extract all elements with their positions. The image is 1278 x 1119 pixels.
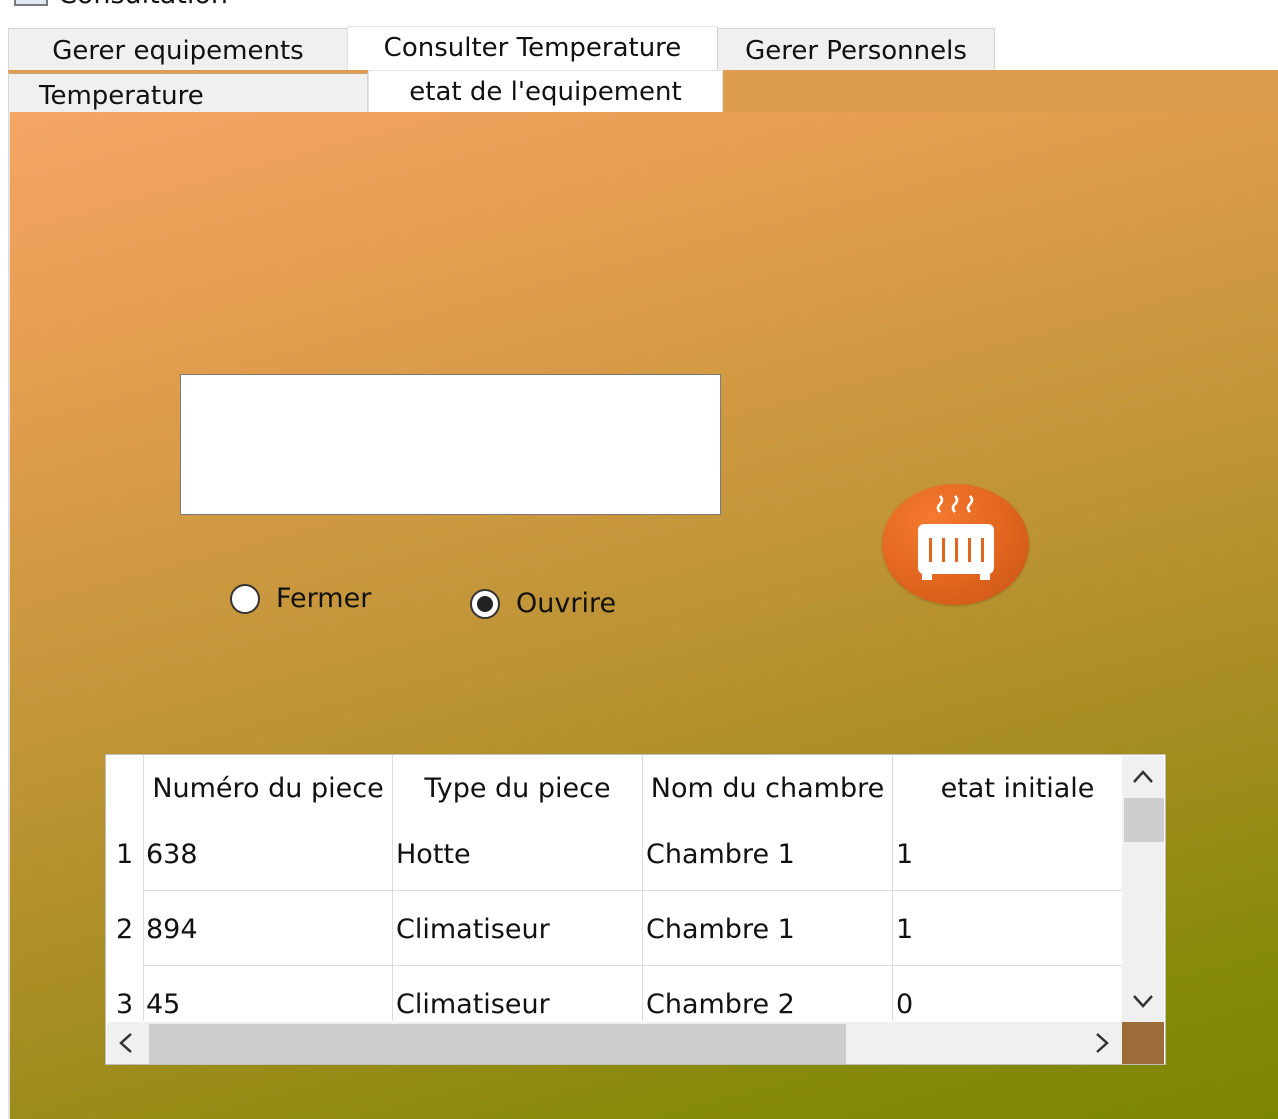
- radiator-icon: [918, 495, 994, 580]
- window-title: Consultation: [58, 0, 228, 10]
- table-cell[interactable]: Chambre 1: [646, 839, 795, 870]
- radio-checked-icon[interactable]: [470, 588, 500, 619]
- sub-tab-bar: Temperature etat de l'equipement: [8, 70, 1278, 112]
- chevron-down-icon[interactable]: [1122, 982, 1164, 1022]
- table-cell[interactable]: Climatiseur: [396, 989, 550, 1020]
- row-number: 2: [116, 914, 134, 945]
- vertical-scrollbar[interactable]: [1122, 756, 1164, 1022]
- chevron-left-icon[interactable]: [107, 1022, 147, 1064]
- table-cell[interactable]: Climatiseur: [396, 914, 550, 945]
- heater-button[interactable]: [882, 484, 1029, 605]
- app-icon: [14, 0, 48, 6]
- table-cell[interactable]: Hotte: [396, 839, 471, 870]
- table-cell[interactable]: 0: [896, 989, 913, 1020]
- table-cell[interactable]: 638: [146, 839, 198, 870]
- main-tab-bar: Gerer equipements Consulter Temperature …: [0, 26, 1278, 70]
- tab-label: Consulter Temperature: [383, 33, 682, 63]
- scroll-corner: [1122, 1022, 1164, 1064]
- radio-label: Ouvrire: [516, 588, 617, 619]
- tab-gerer-personnels[interactable]: Gerer Personnels: [717, 28, 995, 70]
- horizontal-scrollbar[interactable]: [107, 1022, 1122, 1064]
- chevron-up-icon[interactable]: [1122, 756, 1164, 796]
- tab-label: Gerer Personnels: [745, 36, 967, 66]
- table-cell[interactable]: 1: [896, 839, 913, 870]
- chevron-right-icon[interactable]: [1081, 1022, 1121, 1064]
- column-header[interactable]: Type du piece: [393, 755, 642, 823]
- tab-gerer-equipements[interactable]: Gerer equipements: [8, 28, 348, 70]
- row-number: 3: [116, 989, 134, 1020]
- tab-label: etat de l'equipement: [409, 77, 682, 107]
- table-cell[interactable]: 45: [146, 989, 180, 1020]
- tab-temperature[interactable]: Temperature: [8, 72, 368, 112]
- horizontal-scroll-thumb[interactable]: [149, 1024, 846, 1064]
- row-number: 1: [116, 839, 134, 870]
- row-divider: [144, 890, 1122, 891]
- radio-dot: [477, 595, 493, 612]
- tab-consulter-temperature[interactable]: Consulter Temperature: [347, 26, 718, 70]
- vertical-scroll-thumb[interactable]: [1124, 798, 1164, 842]
- radio-label: Fermer: [276, 583, 372, 614]
- table-cell[interactable]: Chambre 1: [646, 914, 795, 945]
- equipment-table[interactable]: Numéro du piece Type du piece Nom du cha…: [105, 754, 1166, 1065]
- tab-etat-equipement[interactable]: etat de l'equipement: [368, 70, 723, 112]
- column-header[interactable]: etat initiale: [893, 755, 1142, 823]
- radio-fermer[interactable]: Fermer: [230, 583, 371, 614]
- row-divider: [144, 965, 1122, 966]
- tab-label: Temperature: [39, 81, 204, 111]
- table-cell[interactable]: 1: [896, 914, 913, 945]
- column-header[interactable]: Numéro du piece: [144, 755, 392, 823]
- column-header[interactable]: Nom du chambre: [643, 755, 892, 823]
- radio-ouvrire[interactable]: Ouvrire: [470, 588, 616, 619]
- text-area[interactable]: [180, 374, 721, 515]
- tab-label: Gerer equipements: [52, 36, 304, 66]
- title-bar: Consultation: [0, 0, 1278, 26]
- table-cell[interactable]: 894: [146, 914, 198, 945]
- radio-unchecked-icon[interactable]: [230, 583, 260, 614]
- table-cell[interactable]: Chambre 2: [646, 989, 795, 1020]
